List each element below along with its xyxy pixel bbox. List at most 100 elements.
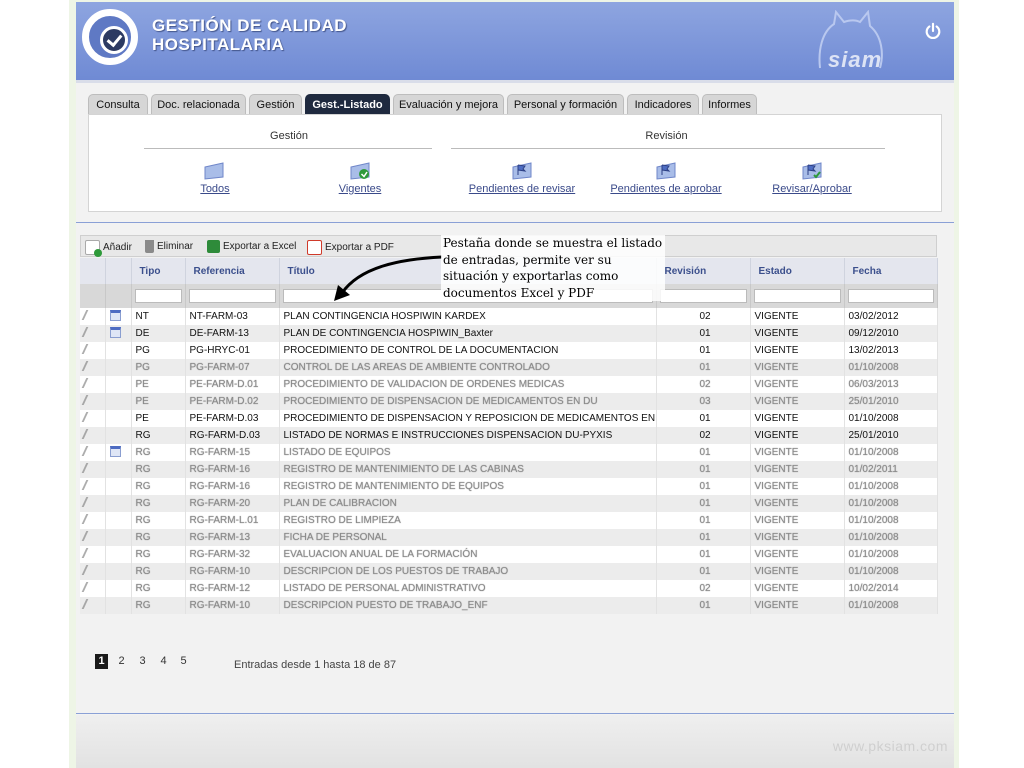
delete-button[interactable]: Eliminar (145, 240, 193, 253)
col-revision-header[interactable]: Revisión (656, 258, 751, 284)
pencil-icon[interactable] (81, 327, 101, 337)
document-icon[interactable] (109, 326, 121, 338)
edit-cell[interactable] (80, 580, 106, 597)
document-icon[interactable] (109, 309, 121, 321)
col-tipo-header[interactable]: Tipo (131, 258, 186, 284)
edit-cell[interactable] (80, 495, 106, 512)
table-row[interactable]: RG RG-FARM-32 EVALUACION ANUAL DE LA FORMA… (80, 546, 938, 563)
page-2-button[interactable]: 2 (115, 654, 128, 669)
edit-cell[interactable] (80, 325, 106, 342)
table-row[interactable]: PG PG-HRYC-01 PROCEDIMIENTO DE CONTROL DE … (80, 342, 938, 359)
filter-referencia-input[interactable] (188, 289, 276, 303)
folder-icon[interactable] (203, 161, 225, 181)
edit-cell[interactable] (80, 461, 106, 478)
filter-revision-input[interactable] (659, 289, 747, 303)
edit-cell[interactable] (80, 376, 106, 393)
edit-cell[interactable] (80, 546, 106, 563)
table-row[interactable]: PE PE-FARM-D.01 PROCEDIMIENTO DE VALIDACIO… (80, 376, 938, 393)
pencil-icon[interactable] (81, 548, 101, 558)
filter-tipo-input[interactable] (134, 289, 182, 303)
col-fecha-header[interactable]: Fecha (844, 258, 938, 284)
pencil-icon[interactable] (81, 531, 101, 541)
table-row[interactable]: RG RG-FARM-10 DESCRIPCION PUESTO DE TRABAJ… (80, 597, 938, 614)
pencil-icon[interactable] (81, 463, 101, 473)
edit-cell[interactable] (80, 393, 106, 410)
table-row[interactable]: PE PE-FARM-D.02 PROCEDIMIENTO DE DISPENSAC… (80, 393, 938, 410)
power-icon[interactable] (924, 22, 942, 40)
col-estado-header[interactable]: Estado (750, 258, 845, 284)
page-1-button[interactable]: 1 (95, 654, 108, 669)
edit-cell[interactable] (80, 342, 106, 359)
cell-revision: 01 (656, 325, 751, 342)
document-icon[interactable] (109, 445, 121, 457)
flag-check-folder-icon[interactable] (801, 161, 823, 181)
tab-indicadores[interactable]: Indicadores (627, 94, 699, 114)
table-row[interactable]: RG RG-FARM-D.03 LISTADO DE NORMAS E INSTRU… (80, 427, 938, 444)
filter-fecha-input[interactable] (847, 289, 934, 303)
edit-cell[interactable] (80, 512, 106, 529)
pencil-icon[interactable] (81, 446, 101, 456)
export-excel-button[interactable]: Exportar a Excel (207, 240, 296, 253)
tab-evaluacion-mejora[interactable]: Evaluación y mejora (393, 94, 504, 114)
table-row[interactable]: RG RG-FARM-L.01 REGISTRO DE LIMPIEZA 01 VIGE… (80, 512, 938, 529)
page-4-button[interactable]: 4 (157, 654, 170, 669)
cell-tipo: PE (131, 410, 186, 427)
pencil-icon[interactable] (81, 480, 101, 490)
link-vigentes[interactable]: Vigentes (327, 183, 393, 195)
page-3-button[interactable]: 3 (136, 654, 149, 669)
edit-cell[interactable] (80, 444, 106, 461)
pencil-icon[interactable] (81, 412, 101, 422)
tab-doc-relacionada[interactable]: Doc. relacionada (151, 94, 246, 114)
link-pendientes-aprobar[interactable]: Pendientes de aprobar (607, 183, 725, 195)
edit-cell[interactable] (80, 308, 106, 325)
edit-cell[interactable] (80, 563, 106, 580)
table-row[interactable]: RG RG-FARM-16 REGISTRO DE MANTENIMIENTO DE… (80, 478, 938, 495)
link-todos[interactable]: Todos (185, 183, 245, 195)
link-revisar-aprobar[interactable]: Revisar/Aprobar (769, 183, 855, 195)
table-row[interactable]: PE PE-FARM-D.03 PROCEDIMIENTO DE DISPENSAC… (80, 410, 938, 427)
edit-cell[interactable] (80, 478, 106, 495)
pencil-icon[interactable] (81, 344, 101, 354)
table-row[interactable]: RG RG-FARM-20 PLAN DE CALIBRACION 01 VIGENTE… (80, 495, 938, 512)
doc-cell[interactable] (105, 444, 132, 461)
table-row[interactable]: RG RG-FARM-15 LISTADO DE EQUIPOS 01 VIGENTE 0… (80, 444, 938, 461)
add-button[interactable]: Añadir (85, 240, 132, 257)
table-row[interactable]: RG RG-FARM-10 DESCRIPCION DE LOS PUESTOS D… (80, 563, 938, 580)
edit-cell[interactable] (80, 597, 106, 614)
flag-folder-icon[interactable] (655, 161, 677, 181)
pencil-icon[interactable] (81, 429, 101, 439)
pencil-icon[interactable] (81, 395, 101, 405)
table-row[interactable]: NT NT-FARM-03 PLAN CONTINGENCIA HOSPIWIN K… (80, 308, 938, 325)
doc-cell[interactable] (105, 325, 132, 342)
pencil-icon[interactable] (81, 582, 101, 592)
table-row[interactable]: RG RG-FARM-13 FICHA DE PERSONAL 01 VIGENTE 01… (80, 529, 938, 546)
tab-gest-listado[interactable]: Gest.-Listado (305, 94, 390, 114)
table-row[interactable]: DE DE-FARM-13 PLAN DE CONTINGENCIA HOSPIWI… (80, 325, 938, 342)
pencil-icon[interactable] (81, 310, 101, 320)
tab-gestion[interactable]: Gestión (249, 94, 302, 114)
edit-cell[interactable] (80, 427, 106, 444)
tab-informes[interactable]: Informes (702, 94, 757, 114)
edit-cell[interactable] (80, 410, 106, 427)
col-referencia-header[interactable]: Referencia (185, 258, 280, 284)
edit-cell[interactable] (80, 359, 106, 376)
table-row[interactable]: RG RG-FARM-16 REGISTRO DE MANTENIMIENTO DE… (80, 461, 938, 478)
pencil-icon[interactable] (81, 514, 101, 524)
table-row[interactable]: RG RG-FARM-12 LISTADO DE PERSONAL ADMINIST… (80, 580, 938, 597)
flag-folder-icon[interactable] (511, 161, 533, 181)
pencil-icon[interactable] (81, 361, 101, 371)
pencil-icon[interactable] (81, 378, 101, 388)
tab-consulta[interactable]: Consulta (88, 94, 148, 114)
pencil-icon[interactable] (81, 565, 101, 575)
link-pendientes-revisar[interactable]: Pendientes de revisar (465, 183, 579, 195)
pencil-icon[interactable] (81, 599, 101, 609)
tab-personal-formacion[interactable]: Personal y formación (507, 94, 624, 114)
pencil-icon[interactable] (81, 497, 101, 507)
filter-estado-input[interactable] (753, 289, 841, 303)
folder-check-icon[interactable] (349, 161, 371, 181)
doc-cell[interactable] (105, 308, 132, 325)
table-row[interactable]: PG PG-FARM-07 CONTROL DE LAS AREAS DE AMBI… (80, 359, 938, 376)
page-5-button[interactable]: 5 (177, 654, 190, 669)
cell-tipo: RG (131, 461, 186, 478)
edit-cell[interactable] (80, 529, 106, 546)
